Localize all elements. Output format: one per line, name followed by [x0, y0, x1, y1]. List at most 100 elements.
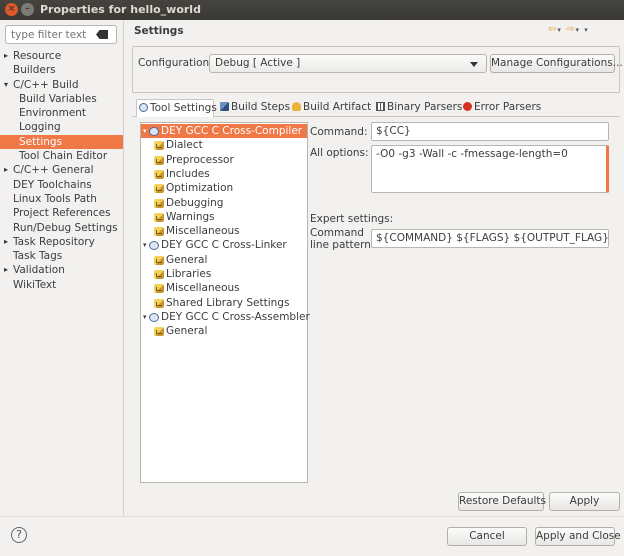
- sidebar-item-builders[interactable]: Builders: [0, 63, 123, 77]
- sidebar-item-task-tags[interactable]: Task Tags: [0, 249, 123, 263]
- tab-build-steps[interactable]: Build Steps: [218, 99, 290, 117]
- tool-icon: [149, 241, 159, 251]
- minimize-window-icon[interactable]: –: [21, 3, 34, 16]
- tree-item-label: Preprocessor: [166, 153, 234, 166]
- tool-settings-tree: ▾ DEY GCC C Cross-Compiler Dialect Preproce…: [140, 122, 310, 483]
- tree-option-libraries[interactable]: Libraries: [141, 267, 307, 281]
- build-artifact-icon: [292, 102, 301, 111]
- sidebar-item-project-references[interactable]: Project References: [0, 206, 123, 220]
- sidebar-item-resource[interactable]: ▸ Resource: [0, 49, 123, 63]
- back-menu-chevron-icon[interactable]: ▾: [557, 26, 562, 34]
- sidebar-item-build-variables[interactable]: Build Variables: [0, 92, 123, 106]
- tree-option-miscellaneous[interactable]: Miscellaneous: [141, 224, 307, 238]
- tool-icon: [149, 312, 159, 322]
- close-window-icon[interactable]: ×: [5, 3, 18, 16]
- all-options-label: All options:: [310, 147, 369, 159]
- history-navigation: ⇦▾ ⇨▾ ▾: [548, 24, 589, 35]
- tree-tool-dey-gcc-c-cross-assembler[interactable]: ▾ DEY GCC C Cross-Assembler: [141, 310, 310, 324]
- tree-expand-arrow-icon[interactable]: ▾: [143, 124, 147, 138]
- apply-button[interactable]: Apply: [549, 492, 620, 511]
- expanded-arrow-icon[interactable]: ▾: [4, 78, 8, 92]
- tree-option-optimization[interactable]: Optimization: [141, 181, 307, 195]
- command-field[interactable]: ${CC}: [371, 122, 609, 141]
- tree-item-label: Miscellaneous: [166, 282, 240, 295]
- tool-icon: [149, 127, 159, 136]
- tree-tool-dey-gcc-c-cross-linker[interactable]: ▾ DEY GCC C Cross-Linker: [141, 238, 307, 252]
- configuration-value: Debug [ Active ]: [215, 57, 301, 69]
- sidebar-item-label: Project References: [13, 207, 111, 220]
- tree-option-general[interactable]: General: [141, 253, 307, 267]
- tab-error-parsers[interactable]: Error Parsers: [461, 99, 541, 117]
- filter-input[interactable]: [6, 26, 92, 43]
- filter-box[interactable]: [5, 25, 117, 44]
- collapsed-arrow-icon[interactable]: ▸: [4, 263, 8, 277]
- back-arrow-icon[interactable]: ⇦: [548, 24, 557, 35]
- tree-item-label: DEY GCC C Cross-Assembler: [161, 310, 310, 323]
- sidebar-item-logging[interactable]: Logging: [0, 120, 123, 134]
- collapsed-arrow-icon[interactable]: ▸: [4, 235, 8, 249]
- sidebar-item-environment[interactable]: Environment: [0, 106, 123, 120]
- tree-item-label: Debugging: [166, 196, 224, 209]
- sidebar-item-dey-toolchains[interactable]: DEY Toolchains: [0, 178, 123, 192]
- forward-menu-chevron-icon[interactable]: ▾: [575, 26, 580, 34]
- dropdown-caret-icon: [470, 62, 478, 67]
- sidebar-item-c-c-build[interactable]: ▾ C/C++ Build: [0, 78, 123, 92]
- apply-and-close-button[interactable]: Apply and Close: [535, 527, 621, 546]
- sidebar-item-task-repository[interactable]: ▸ Task Repository: [0, 235, 123, 249]
- sidebar-item-label: WikiText: [13, 278, 57, 291]
- window-titlebar: × – Properties for hello_world: [0, 0, 624, 20]
- sidebar-item-c-c-general[interactable]: ▸ C/C++ General: [0, 163, 123, 177]
- command-line-pattern-label-1: Command: [310, 227, 364, 239]
- tree-option-warnings[interactable]: Warnings: [141, 210, 307, 224]
- manage-configurations-button[interactable]: Manage Configurations...: [490, 54, 623, 73]
- tree-expand-arrow-icon[interactable]: ▾: [143, 310, 147, 324]
- option-category-icon: [154, 270, 164, 279]
- sidebar-item-tool-chain-editor[interactable]: Tool Chain Editor: [0, 149, 123, 163]
- tree-option-dialect[interactable]: Dialect: [141, 138, 307, 152]
- tree-option-general[interactable]: General: [141, 324, 307, 338]
- build-steps-icon: [220, 102, 229, 111]
- option-category-icon: [154, 227, 164, 237]
- sidebar-item-label: C/C++ Build: [13, 78, 79, 91]
- tab-build-artifact[interactable]: Build Artifact: [290, 99, 371, 117]
- tree-item-label: Optimization: [166, 182, 234, 195]
- error-parsers-icon: [463, 102, 472, 111]
- tree-expand-arrow-icon[interactable]: ▾: [143, 238, 147, 252]
- restore-defaults-button[interactable]: Restore Defaults: [458, 492, 546, 511]
- option-category-icon: [154, 212, 164, 222]
- tree-option-miscellaneous[interactable]: Miscellaneous: [141, 281, 307, 295]
- tree-item-label: Shared Library Settings: [166, 296, 290, 309]
- footer-divider: [0, 516, 624, 517]
- tab-tool-settings[interactable]: Tool Settings: [136, 99, 217, 117]
- sidebar-item-wikitext[interactable]: WikiText: [0, 278, 123, 292]
- properties-sidebar: ▸ Resource Builders ▾ C/C++ BuildBuild Varia…: [0, 20, 124, 516]
- tree-tool-dey-gcc-c-cross-compiler[interactable]: ▾ DEY GCC C Cross-Compiler: [141, 124, 307, 139]
- sidebar-item-validation[interactable]: ▸ Validation: [0, 263, 123, 277]
- view-menu-chevron-icon[interactable]: ▾: [584, 26, 589, 34]
- sidebar-item-settings[interactable]: Settings: [0, 134, 123, 150]
- tree-option-includes[interactable]: Includes: [141, 167, 307, 181]
- tree-item-label: General: [166, 325, 208, 338]
- tree-option-preprocessor[interactable]: Preprocessor: [141, 153, 307, 167]
- tree-item-label: Warnings: [166, 210, 215, 223]
- tree-option-debugging[interactable]: Debugging: [141, 196, 307, 210]
- sidebar-item-label: Run/Debug Settings: [13, 221, 118, 234]
- help-icon[interactable]: ?: [11, 527, 27, 543]
- cancel-button[interactable]: Cancel: [447, 527, 527, 546]
- tree-item-label: Dialect: [166, 139, 203, 152]
- option-category-icon: [154, 298, 164, 308]
- tree-item-label: DEY GCC C Cross-Compiler: [161, 125, 303, 137]
- clear-filter-icon[interactable]: [96, 30, 108, 39]
- command-line-pattern-label-2: line pattern:: [310, 239, 375, 251]
- tree-item-label: Miscellaneous: [166, 225, 240, 238]
- configuration-select[interactable]: Debug [ Active ]: [209, 54, 487, 73]
- all-options-field[interactable]: -O0 -g3 -Wall -c -fmessage-length=0: [371, 145, 609, 193]
- collapsed-arrow-icon[interactable]: ▸: [4, 49, 8, 63]
- tree-item-label: General: [166, 253, 208, 266]
- tab-binary-parsers[interactable]: Binary Parsers: [374, 99, 462, 117]
- collapsed-arrow-icon[interactable]: ▸: [4, 163, 8, 177]
- sidebar-item-run-debug-settings[interactable]: Run/Debug Settings: [0, 221, 123, 235]
- sidebar-item-linux-tools-path[interactable]: Linux Tools Path: [0, 192, 123, 206]
- tree-option-shared-library-settings[interactable]: Shared Library Settings: [141, 296, 307, 310]
- command-line-pattern-field[interactable]: ${COMMAND} ${FLAGS} ${OUTPUT_FLAG} ${OUT…: [371, 229, 609, 248]
